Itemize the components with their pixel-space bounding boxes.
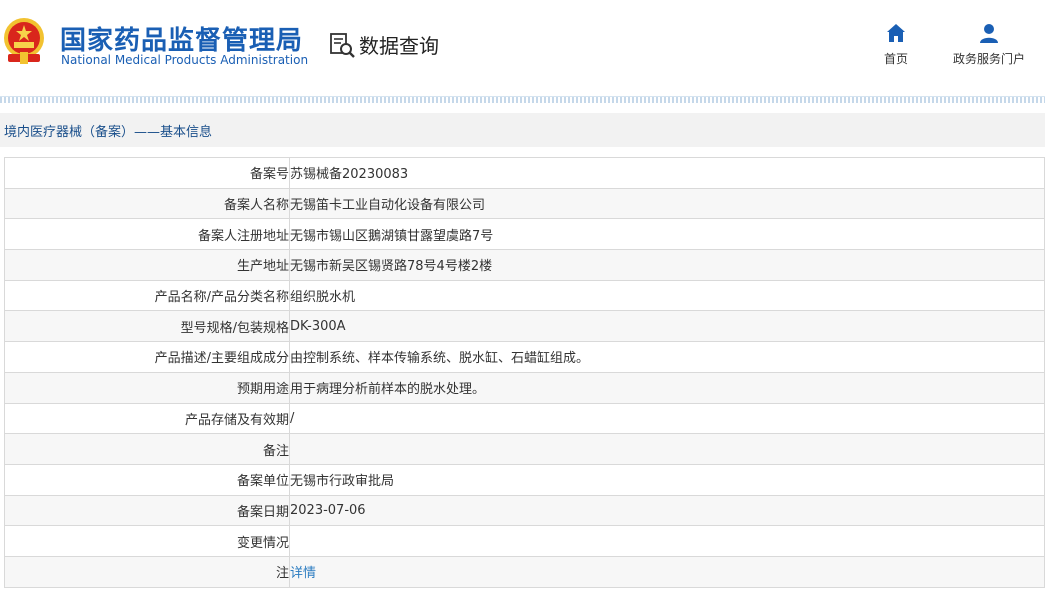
table-row: 备案单位 无锡市行政审批局 — [4, 463, 1045, 496]
row-label: 备注 — [4, 433, 290, 465]
table-row: 产品存储及有效期 / — [4, 402, 1045, 435]
row-value — [289, 525, 1045, 557]
row-label: 备案人名称 — [4, 187, 290, 220]
row-label: 备案人注册地址 — [4, 218, 290, 251]
org-name-cn: 国家药品监督管理局 — [60, 26, 304, 56]
table-row: 备案日期 2023-07-06 — [4, 494, 1045, 527]
row-value: 详情 — [289, 555, 1045, 588]
row-value: DK-300A — [289, 310, 1045, 343]
nav-portal-label: 政务服务门户 — [953, 52, 1026, 66]
row-label: 预期用途 — [4, 371, 290, 404]
row-label: 型号规格/包装规格 — [4, 310, 290, 343]
row-value: 无锡市新吴区锡贤路78号4号楼2楼 — [289, 249, 1045, 281]
home-icon — [887, 24, 905, 42]
row-label: 变更情况 — [4, 525, 290, 557]
row-value: 无锡笛卡工业自动化设备有限公司 — [289, 187, 1045, 220]
record-table: 备案号 苏锡械备20230083 备案人名称 无锡笛卡工业自动化设备有限公司 备… — [4, 157, 1045, 588]
table-row: 备案号 苏锡械备20230083 — [4, 157, 1045, 189]
document-search-icon — [330, 32, 355, 58]
site-header: 国家药品监督管理局 National Medical Products Admi… — [0, 0, 1045, 96]
row-label: 注 — [4, 555, 290, 588]
nav-home-link[interactable]: 首页 — [884, 22, 908, 67]
row-label: 产品存储及有效期 — [4, 402, 290, 435]
table-row: 变更情况 — [4, 525, 1045, 557]
national-emblem-icon — [4, 18, 44, 64]
table-row: 型号规格/包装规格 DK-300A — [4, 310, 1045, 343]
row-label: 产品名称/产品分类名称 — [4, 279, 290, 312]
breadcrumb: 境内医疗器械（备案）——基本信息 — [0, 113, 1045, 147]
user-icon — [980, 24, 998, 43]
row-value: 用于病理分析前样本的脱水处理。 — [289, 371, 1045, 404]
org-name-en: National Medical Products Administration — [61, 53, 309, 67]
table-row: 产品描述/主要组成成分 由控制系统、样本传输系统、脱水缸、石蜡缸组成。 — [4, 341, 1045, 373]
row-label: 生产地址 — [4, 249, 290, 281]
breadcrumb-text: 境内医疗器械（备案）——基本信息 — [4, 124, 213, 140]
row-value: 无锡市锡山区鵝湖镇甘露望虞路7号 — [289, 218, 1045, 251]
row-value: 苏锡械备20230083 — [289, 157, 1045, 189]
table-row: 备案人名称 无锡笛卡工业自动化设备有限公司 — [4, 187, 1045, 220]
row-value: 无锡市行政审批局 — [289, 463, 1045, 496]
table-row: 预期用途 用于病理分析前样本的脱水处理。 — [4, 371, 1045, 404]
nav-portal-link[interactable]: 政务服务门户 — [953, 22, 1025, 67]
row-label: 产品描述/主要组成成分 — [4, 341, 290, 373]
table-row: 产品名称/产品分类名称 组织脱水机 — [4, 279, 1045, 312]
row-value — [289, 433, 1045, 465]
row-label: 备案日期 — [4, 494, 290, 527]
row-value: / — [289, 402, 1045, 435]
table-row: 生产地址 无锡市新吴区锡贤路78号4号楼2楼 — [4, 249, 1045, 281]
table-row: 注 详情 — [4, 555, 1045, 588]
table-row: 备案人注册地址 无锡市锡山区鵝湖镇甘露望虞路7号 — [4, 218, 1045, 251]
header-divider — [0, 96, 1045, 103]
row-label: 备案号 — [4, 157, 290, 189]
row-label: 备案单位 — [4, 463, 290, 496]
data-query-label: 数据查询 — [359, 34, 439, 58]
row-value: 由控制系统、样本传输系统、脱水缸、石蜡缸组成。 — [289, 341, 1045, 373]
row-value: 2023-07-06 — [289, 494, 1045, 527]
detail-link[interactable]: 详情 — [291, 566, 317, 581]
nav-home-label: 首页 — [884, 52, 909, 66]
row-value: 组织脱水机 — [289, 279, 1045, 312]
table-row: 备注 — [4, 433, 1045, 465]
data-query-title: 数据查询 — [328, 30, 439, 59]
